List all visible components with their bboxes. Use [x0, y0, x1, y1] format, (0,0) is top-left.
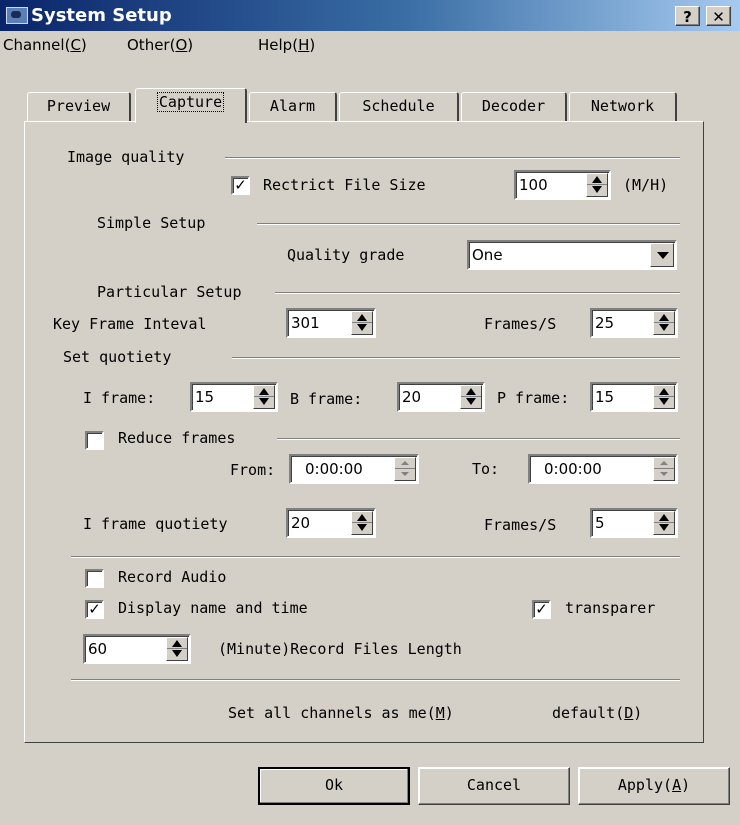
- set-all-channels-link[interactable]: Set all channels as me(M): [228, 704, 454, 722]
- key-frame-interval-stepper[interactable]: 301: [286, 308, 376, 338]
- quality-grade-select[interactable]: One: [467, 240, 677, 270]
- to-time-field[interactable]: 0:00:00: [528, 454, 678, 484]
- file-size-stepper[interactable]: 100: [514, 170, 611, 200]
- group-divider: [275, 292, 680, 294]
- menu-help[interactable]: Help(H): [258, 36, 315, 54]
- set-quotiety-label: Set quotiety: [63, 348, 172, 366]
- record-length-stepper[interactable]: 60: [83, 634, 191, 664]
- simple-setup-label: Simple Setup: [97, 214, 206, 232]
- image-quality-label: Image quality: [67, 148, 185, 166]
- b-frame-label: B frame:: [290, 390, 363, 408]
- to-time-spin-icon[interactable]: [653, 457, 675, 481]
- i-frame-label: I frame:: [83, 389, 156, 407]
- quality-grade-label: Quality grade: [287, 246, 405, 264]
- record-audio-label: Record Audio: [118, 568, 227, 586]
- close-button[interactable]: ✕: [706, 6, 731, 26]
- from-label: From:: [230, 461, 276, 479]
- menu-channel[interactable]: Channel(C): [3, 36, 87, 54]
- tab-decoder[interactable]: Decoder: [461, 92, 567, 122]
- help-button[interactable]: ?: [675, 6, 700, 26]
- transparent-label: transparer: [565, 599, 656, 617]
- i-frame-quotiety-stepper[interactable]: 20: [286, 508, 376, 538]
- key-frame-interval-label: Key Frame Inteval: [53, 315, 207, 333]
- capture-panel: Image quality ✓ Rectrict File Size 100 (…: [24, 121, 704, 743]
- frames-per-sec-spin-icon-2[interactable]: [653, 511, 675, 535]
- title-bar: System Setup ? ✕: [0, 0, 740, 31]
- ok-button[interactable]: Ok: [258, 767, 410, 805]
- particular-setup-label: Particular Setup: [97, 283, 242, 301]
- record-audio-checkbox[interactable]: [85, 569, 104, 588]
- window-title: System Setup: [31, 5, 172, 26]
- menu-other[interactable]: Other(O): [127, 36, 193, 54]
- tab-network[interactable]: Network: [569, 92, 677, 122]
- key-frame-spin-icon[interactable]: [351, 311, 373, 335]
- p-frame-label: P frame:: [497, 389, 570, 407]
- app-icon: [6, 7, 28, 24]
- frames-per-sec-spin-icon[interactable]: [653, 311, 675, 335]
- i-frame-quotiety-label: I frame quotiety: [83, 515, 228, 533]
- i-frame-stepper[interactable]: 15: [190, 382, 278, 412]
- tab-alarm[interactable]: Alarm: [249, 92, 337, 122]
- section-divider: [71, 679, 680, 681]
- group-divider: [257, 223, 680, 225]
- group-divider: [277, 438, 680, 440]
- cancel-button[interactable]: Cancel: [418, 767, 570, 805]
- file-size-spin-icon[interactable]: [586, 173, 608, 197]
- display-name-time-label: Display name and time: [118, 599, 308, 617]
- default-link[interactable]: default(D): [552, 704, 642, 722]
- frames-per-sec-stepper-2[interactable]: 5: [590, 508, 678, 538]
- p-frame-stepper[interactable]: 15: [590, 382, 678, 412]
- chevron-down-icon[interactable]: [650, 243, 674, 267]
- restrict-file-size-label: Rectrict File Size: [263, 176, 426, 194]
- apply-button[interactable]: Apply(A): [578, 767, 730, 805]
- file-size-unit: (M/H): [623, 176, 669, 194]
- menu-bar: Channel(C) Other(O) Help(H): [0, 31, 740, 59]
- tab-schedule[interactable]: Schedule: [339, 92, 459, 122]
- tab-capture[interactable]: Capture: [135, 88, 247, 123]
- i-frame-spin-icon[interactable]: [253, 385, 275, 409]
- record-length-spin-icon[interactable]: [166, 637, 188, 661]
- i-frame-quotiety-spin-icon[interactable]: [351, 511, 373, 535]
- tab-preview[interactable]: Preview: [27, 92, 131, 122]
- p-frame-spin-icon[interactable]: [653, 385, 675, 409]
- b-frame-stepper[interactable]: 20: [397, 382, 485, 412]
- record-length-label: (Minute)Record Files Length: [218, 640, 462, 658]
- reduce-frames-label: Reduce frames: [118, 429, 236, 447]
- reduce-frames-checkbox[interactable]: [85, 431, 104, 450]
- group-divider: [225, 157, 680, 159]
- transparent-checkbox[interactable]: ✓: [532, 600, 551, 619]
- group-divider: [232, 357, 680, 359]
- restrict-file-size-checkbox[interactable]: ✓: [231, 176, 250, 195]
- display-name-time-checkbox[interactable]: ✓: [85, 600, 104, 619]
- frames-per-sec-label-2: Frames/S: [484, 516, 557, 534]
- from-time-spin-icon[interactable]: [394, 457, 416, 481]
- frames-per-sec-label: Frames/S: [484, 315, 557, 333]
- from-time-field[interactable]: 0:00:00: [289, 454, 419, 484]
- b-frame-spin-icon[interactable]: [460, 385, 482, 409]
- frames-per-sec-stepper[interactable]: 25: [590, 308, 678, 338]
- section-divider: [71, 556, 680, 558]
- to-label: To:: [472, 460, 500, 478]
